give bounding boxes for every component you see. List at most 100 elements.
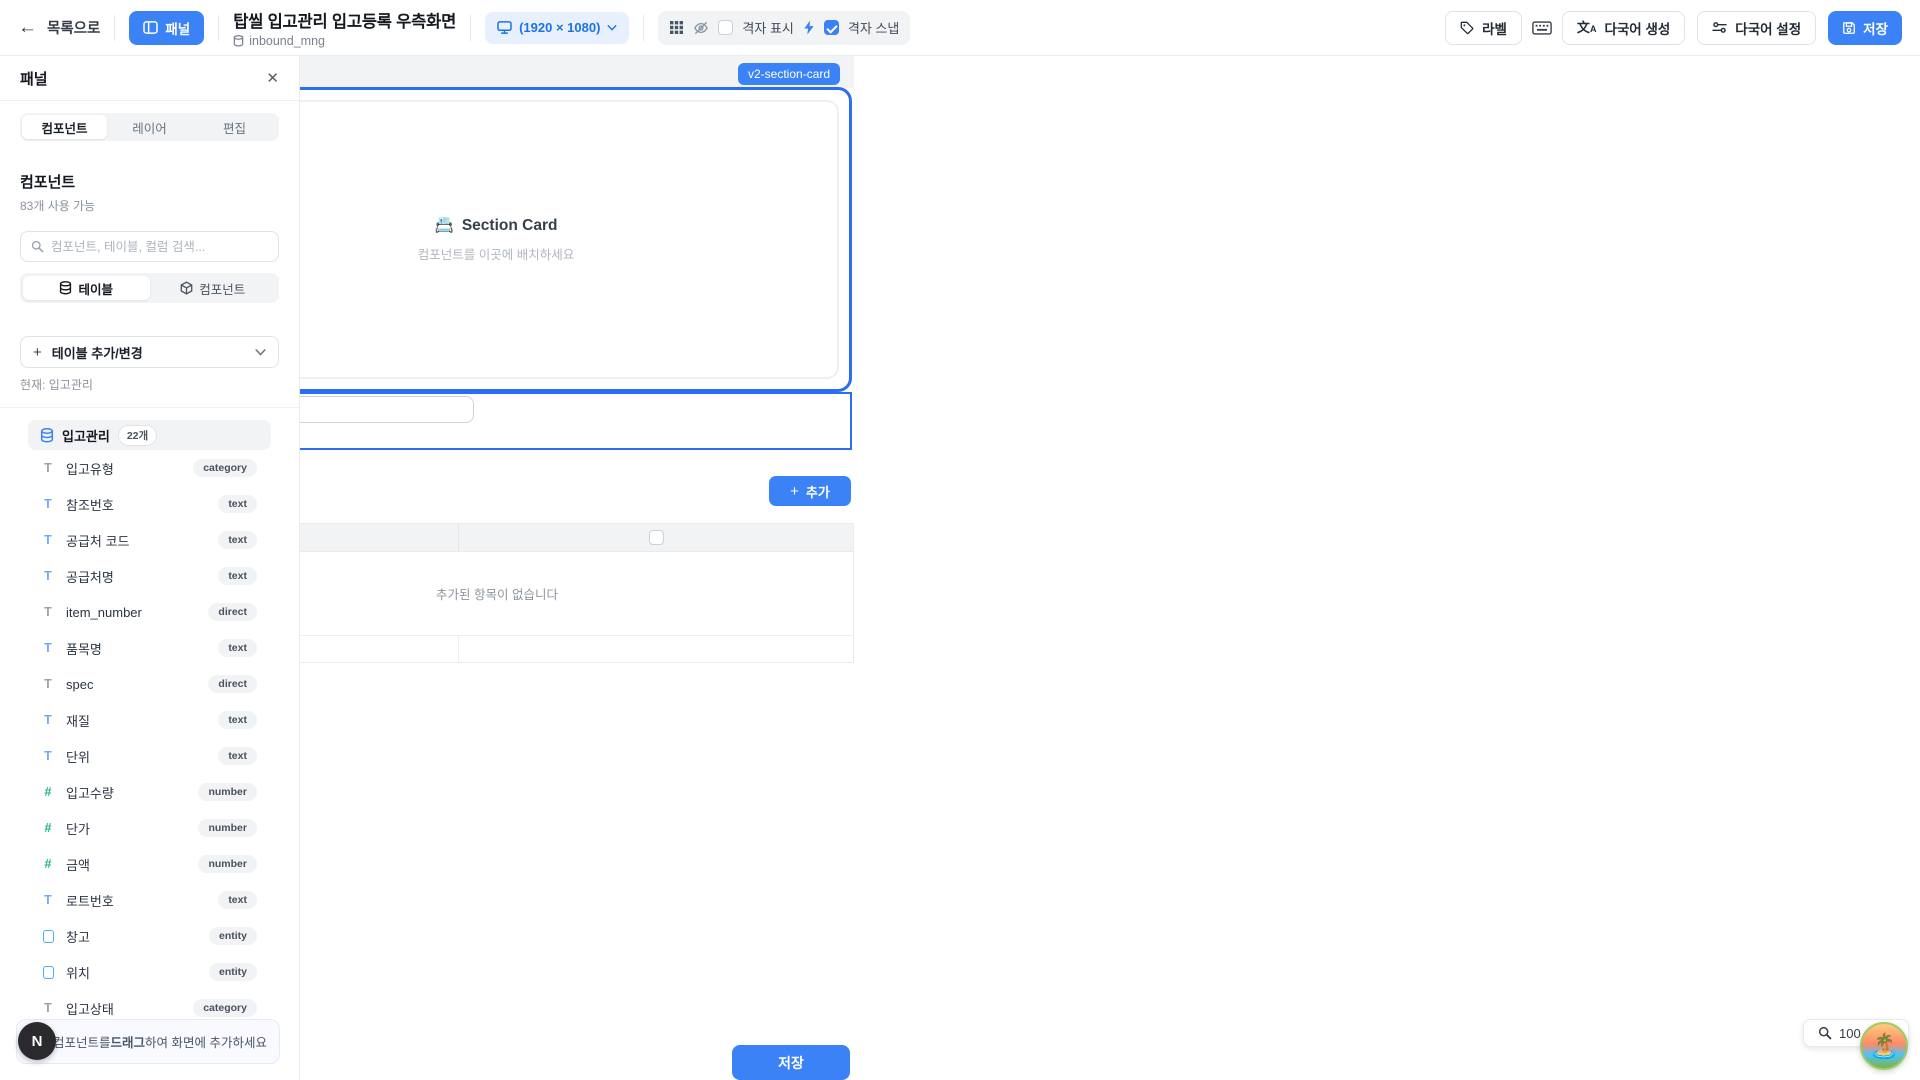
- plus-icon: +: [790, 483, 799, 500]
- field-name: spec: [66, 677, 93, 692]
- components-count: 83개 사용 가능: [20, 197, 279, 214]
- label-button[interactable]: 라벨: [1445, 11, 1522, 45]
- grid-show-checkbox[interactable]: [718, 20, 733, 35]
- tab-layers[interactable]: 레이어: [107, 115, 192, 139]
- text-field-icon: T: [44, 605, 52, 619]
- text-field-icon: T: [44, 749, 52, 763]
- text-field-icon: T: [44, 641, 52, 655]
- field-type-badge: direct: [208, 675, 257, 693]
- list-item[interactable]: T공급처명text: [28, 558, 271, 594]
- list-item[interactable]: 위치entity: [28, 954, 271, 990]
- table-group-header[interactable]: 입고관리 22개: [28, 420, 271, 450]
- title-block: 탑씰 입고관리 입고등록 우측화면 inbound_mng: [233, 8, 456, 48]
- form-save-button[interactable]: 저장: [732, 1045, 850, 1080]
- magnifier-icon: [1818, 1026, 1832, 1040]
- text-field-icon: T: [44, 533, 52, 547]
- field-name: 입고유형: [66, 459, 114, 478]
- field-name: 입고수량: [66, 783, 114, 802]
- island-widget-button[interactable]: 🏝️: [1860, 1022, 1908, 1070]
- source-mode-toggle: 테이블 컴포넌트: [20, 273, 279, 303]
- field-type-badge: text: [218, 495, 257, 513]
- list-item[interactable]: #단가number: [28, 810, 271, 846]
- panel-tabs: 컴포넌트 레이어 편집: [20, 113, 279, 141]
- list-item[interactable]: #금액number: [28, 846, 271, 882]
- add-row-button[interactable]: + 추가: [769, 476, 851, 506]
- field-type-badge: direct: [208, 603, 257, 621]
- section-card-title: 📇 Section Card: [435, 216, 558, 235]
- text-field-icon: T: [44, 569, 52, 583]
- page-title: 탑씰 입고관리 입고등록 우측화면: [233, 8, 456, 32]
- save-icon: [1842, 21, 1856, 35]
- component-search: [20, 231, 279, 262]
- list-item[interactable]: T입고유형category: [28, 450, 271, 486]
- table-select-all-checkbox[interactable]: [649, 530, 664, 545]
- panel-icon: [143, 21, 158, 34]
- text-field-icon: T: [44, 461, 52, 475]
- number-field-icon: #: [45, 821, 52, 835]
- keyboard-icon: [1532, 21, 1552, 35]
- list-item[interactable]: Tspecdirect: [28, 666, 271, 702]
- monitor-icon: [497, 21, 512, 34]
- field-type-badge: entity: [209, 963, 257, 981]
- field-name: item_number: [66, 605, 142, 620]
- field-type-badge: text: [218, 567, 257, 585]
- components-heading: 컴포넌트: [20, 171, 279, 192]
- mode-table[interactable]: 테이블: [23, 276, 150, 300]
- grid-icon[interactable]: [669, 20, 684, 35]
- grid-show-label[interactable]: 격자 표시: [742, 18, 793, 37]
- options-icon: [1712, 21, 1727, 34]
- tab-edit[interactable]: 편집: [192, 115, 277, 139]
- entity-field-icon: [43, 966, 54, 979]
- section-card-hint: 컴포넌트를 이곳에 배치하세요: [418, 244, 574, 263]
- grid-snap-checkbox[interactable]: [824, 20, 839, 35]
- list-item[interactable]: T품목명text: [28, 630, 271, 666]
- n-floating-badge[interactable]: N: [18, 1022, 56, 1060]
- table-group-name: 입고관리: [62, 426, 110, 445]
- field-rows: T 입고유형 category T 참조번호 text T공급처 코드textT공급처명te…: [28, 450, 271, 1026]
- list-item[interactable]: T로트번호text: [28, 882, 271, 918]
- field-type-badge: number: [198, 855, 257, 873]
- tab-components[interactable]: 컴포넌트: [22, 115, 107, 139]
- database-icon: [40, 428, 54, 443]
- field-type-badge: number: [198, 783, 257, 801]
- field-type-badge: entity: [209, 927, 257, 945]
- list-item[interactable]: T참조번호text: [28, 486, 271, 522]
- field-name: 참조번호: [66, 495, 114, 514]
- keyboard-shortcuts-button[interactable]: [1528, 17, 1556, 39]
- field-type-badge: text: [218, 711, 257, 729]
- panel-toggle-button[interactable]: 패널: [129, 11, 204, 45]
- list-item[interactable]: T단위text: [28, 738, 271, 774]
- left-panel: 패널 ✕ 컴포넌트 레이어 편집 컴포넌트 83개 사용 가능: [0, 56, 300, 1080]
- list-item[interactable]: 창고 entity: [28, 918, 271, 954]
- search-input[interactable]: [51, 240, 268, 254]
- selection-tag: v2-section-card: [738, 63, 840, 85]
- table-count-badge: 22개: [118, 425, 157, 446]
- back-to-list-button[interactable]: ← 목록으로: [18, 17, 100, 38]
- field-name: 단가: [66, 819, 90, 838]
- i18n-generate-button[interactable]: 文A 다국어 생성: [1562, 11, 1685, 45]
- list-item[interactable]: T공급처 코드text: [28, 522, 271, 558]
- divider: [114, 15, 115, 41]
- eye-off-icon[interactable]: [693, 21, 709, 35]
- field-type-badge: category: [193, 999, 257, 1017]
- field-name: 창고: [66, 927, 90, 946]
- entity-field-icon: [43, 930, 54, 943]
- mode-component[interactable]: 컴포넌트: [150, 276, 277, 300]
- close-icon[interactable]: ✕: [266, 69, 279, 87]
- screen-size-dropdown[interactable]: (1920 × 1080): [485, 12, 629, 44]
- panel-title: 패널: [20, 68, 48, 89]
- grid-controls: 격자 표시 격자 스냅: [658, 11, 910, 45]
- divider: [218, 15, 219, 41]
- i18n-settings-button[interactable]: 다국어 설정: [1697, 11, 1816, 45]
- field-name: 금액: [66, 855, 90, 874]
- list-item[interactable]: T재질text: [28, 702, 271, 738]
- add-change-table-button[interactable]: + 테이블 추가/변경: [20, 336, 279, 368]
- search-icon: [31, 240, 44, 253]
- save-button[interactable]: 저장: [1828, 11, 1902, 45]
- field-type-badge: text: [218, 747, 257, 765]
- list-item[interactable]: #입고수량number: [28, 774, 271, 810]
- grid-snap-label[interactable]: 격자 스냅: [848, 18, 899, 37]
- list-item[interactable]: Titem_number direct: [28, 594, 271, 630]
- top-toolbar: ← 목록으로 패널 탑씰 입고관리 입고등록 우측화면 inbound_mng …: [0, 0, 1920, 56]
- island-icon: 🏝️: [1869, 1032, 1899, 1061]
